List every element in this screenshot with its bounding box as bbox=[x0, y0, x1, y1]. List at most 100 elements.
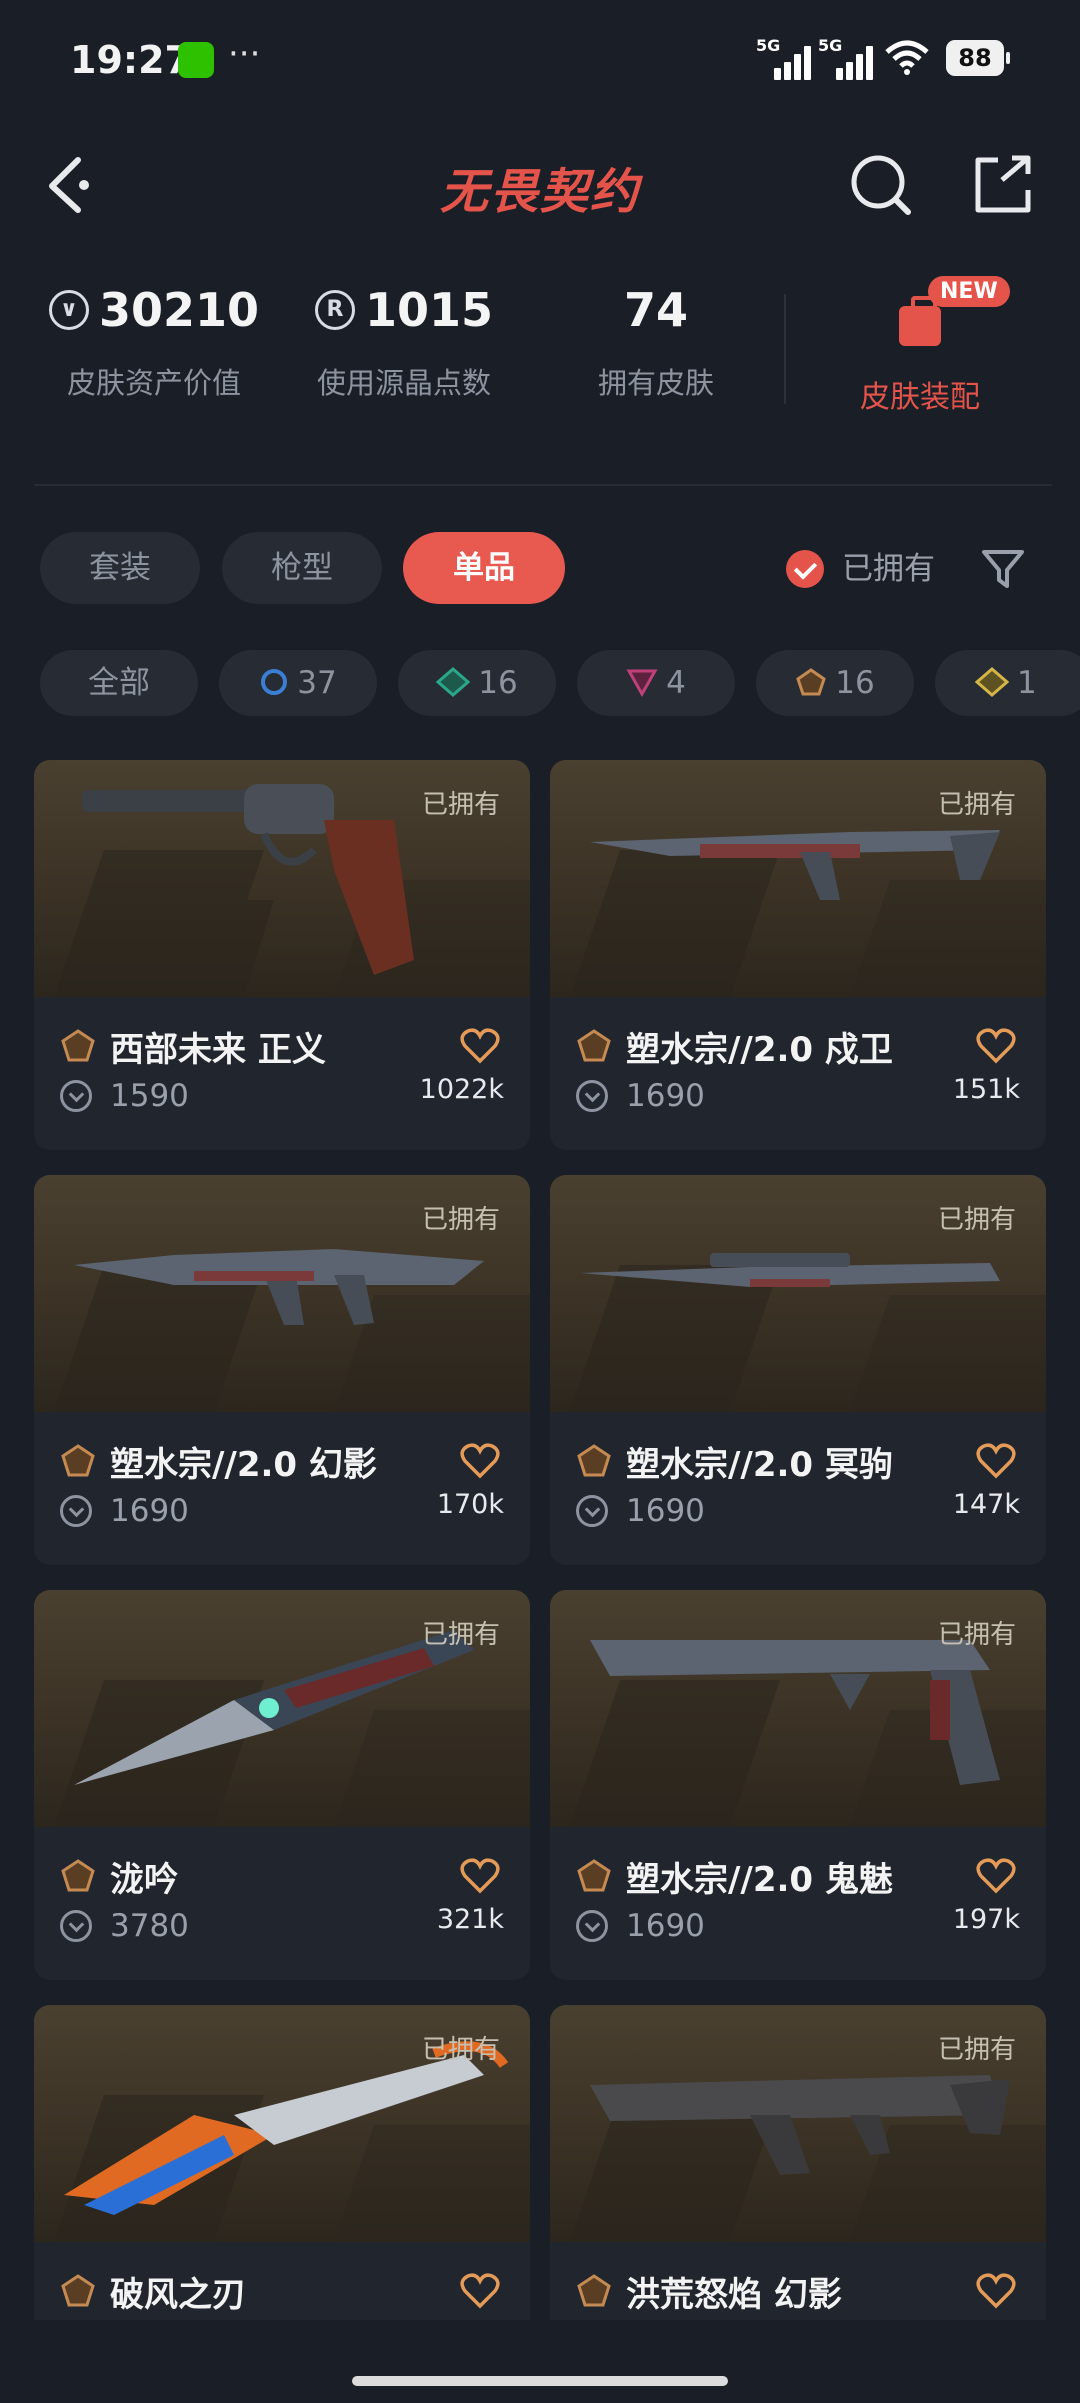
briefcase-icon bbox=[899, 296, 941, 346]
skin-name: 洪荒怒焰 幻影 bbox=[626, 2275, 842, 2315]
rarity-select-chip[interactable]: 37 bbox=[219, 650, 377, 716]
skin-card[interactable]: 已拥有 西部未来 正义 1590 1022k bbox=[34, 760, 530, 1150]
skin-name: 塑水宗//2.0 冥驹 bbox=[626, 1445, 893, 1485]
exclusive-tier-icon bbox=[61, 1029, 95, 1062]
home-indicator[interactable] bbox=[352, 2376, 728, 2386]
owned-label: 已拥有 bbox=[937, 1620, 1016, 1650]
rarity-ultra-chip[interactable]: 1 bbox=[935, 650, 1080, 716]
battery-icon: 88 bbox=[946, 40, 1010, 76]
vp-icon bbox=[60, 1910, 92, 1942]
filter-icon[interactable] bbox=[980, 546, 1026, 592]
owned-label: 已拥有 bbox=[421, 1205, 500, 1235]
owned-label: 已拥有 bbox=[421, 1620, 500, 1650]
skin-image: 已拥有 bbox=[550, 2005, 1046, 2242]
stats-panel: ∨ 30210 皮肤资产价值 R 1015 使用源晶点数 74 拥有皮肤 NEW 皮… bbox=[0, 276, 1080, 440]
top-nav: 无畏契约 bbox=[0, 130, 1080, 240]
skin-name: 塑水宗//2.0 幻影 bbox=[110, 1445, 377, 1485]
rarity-all-chip[interactable]: 全部 bbox=[40, 650, 198, 716]
heart-icon[interactable] bbox=[976, 1443, 1016, 1479]
asset-value-stat: ∨ 30210 皮肤资产价值 bbox=[24, 280, 284, 402]
skin-grid: 已拥有 西部未来 正义 1590 1022k 已拥有 塑水宗//2.0 戍卫 1 bbox=[0, 760, 1080, 2320]
vp-icon bbox=[60, 1080, 92, 1112]
skin-price: 1590 bbox=[110, 1078, 189, 1114]
search-icon[interactable] bbox=[846, 150, 916, 220]
skin-image: 已拥有 bbox=[34, 1175, 530, 1412]
like-count: 170k bbox=[436, 1489, 504, 1520]
exclusive-tier-icon bbox=[577, 1859, 611, 1892]
exclusive-tier-icon bbox=[577, 2274, 611, 2307]
skin-card[interactable]: 已拥有 破风之刃 bbox=[34, 2005, 530, 2320]
owned-label: 已拥有 bbox=[937, 1205, 1016, 1235]
skin-price: 1690 bbox=[110, 1493, 189, 1529]
skin-image: 已拥有 bbox=[550, 1590, 1046, 1827]
skin-card[interactable]: 已拥有 塑水宗//2.0 幻影 1690 170k bbox=[34, 1175, 530, 1565]
exclusive-tier-icon bbox=[61, 1859, 95, 1892]
like-count: 147k bbox=[952, 1489, 1020, 1520]
status-bar: 19:27 ··· 5G 5G 88 bbox=[0, 0, 1080, 120]
vp-icon: ∨ bbox=[48, 289, 89, 330]
owned-label: 已拥有 bbox=[937, 2035, 1016, 2065]
exclusive-tier-icon bbox=[796, 667, 827, 695]
skin-card[interactable]: 已拥有 塑水宗//2.0 冥驹 1690 147k bbox=[550, 1175, 1046, 1565]
skin-name: 泷吟 bbox=[110, 1860, 178, 1900]
skin-card[interactable]: 已拥有 泷吟 3780 321k bbox=[34, 1590, 530, 1980]
owned-label: 已拥有 bbox=[421, 2035, 500, 2065]
like-count: 197k bbox=[952, 1904, 1020, 1935]
status-time: 19:27 bbox=[70, 38, 191, 82]
skin-price: 1690 bbox=[626, 1493, 705, 1529]
exclusive-tier-icon bbox=[61, 1444, 95, 1477]
rarity-deluxe-chip[interactable]: 16 bbox=[398, 650, 556, 716]
skin-image: 已拥有 bbox=[34, 1590, 530, 1827]
exclusive-tier-icon bbox=[61, 2274, 95, 2307]
ultra-tier-icon bbox=[974, 666, 1010, 697]
exclusive-tier-icon bbox=[577, 1029, 611, 1062]
divider bbox=[34, 484, 1052, 486]
skin-outfit-button[interactable]: NEW 皮肤装配 bbox=[800, 276, 1040, 416]
skins-owned-stat: 74 拥有皮肤 bbox=[597, 283, 714, 400]
tab-set[interactable]: 套装 bbox=[40, 532, 200, 604]
heart-icon[interactable] bbox=[976, 1858, 1016, 1894]
owned-label: 已拥有 bbox=[937, 790, 1016, 820]
like-count: 1022k bbox=[419, 1074, 504, 1105]
rarity-premium-chip[interactable]: 4 bbox=[577, 650, 735, 716]
app-logo: 无畏契约 bbox=[439, 164, 640, 220]
heart-icon[interactable] bbox=[460, 2273, 500, 2309]
heart-icon[interactable] bbox=[976, 1028, 1016, 1064]
back-icon[interactable] bbox=[40, 148, 100, 218]
skin-card[interactable]: 已拥有 洪荒怒焰 幻影 bbox=[550, 2005, 1046, 2320]
skin-image: 已拥有 bbox=[34, 2005, 530, 2242]
vp-icon bbox=[576, 1080, 608, 1112]
radianite-icon: R bbox=[314, 289, 355, 330]
heart-icon[interactable] bbox=[460, 1028, 500, 1064]
checkbox-checked-icon bbox=[786, 550, 824, 588]
skin-price: 3780 bbox=[110, 1908, 189, 1944]
heart-icon[interactable] bbox=[460, 1443, 500, 1479]
skin-image: 已拥有 bbox=[550, 760, 1046, 997]
premium-tier-icon bbox=[626, 669, 658, 697]
vp-icon bbox=[60, 1495, 92, 1527]
like-count: 321k bbox=[436, 1904, 504, 1935]
select-tier-icon bbox=[261, 668, 288, 695]
exclusive-tier-icon bbox=[577, 1444, 611, 1477]
skin-price: 1690 bbox=[626, 1908, 705, 1944]
tab-single-item[interactable]: 单品 bbox=[403, 532, 565, 604]
skin-image: 已拥有 bbox=[550, 1175, 1046, 1412]
wifi-icon bbox=[885, 40, 929, 75]
share-icon[interactable] bbox=[968, 150, 1038, 220]
more-notifications-icon: ··· bbox=[228, 34, 261, 74]
radianite-stat: R 1015 使用源晶点数 bbox=[314, 283, 494, 400]
skin-price: 1690 bbox=[626, 1078, 705, 1114]
skin-name: 塑水宗//2.0 鬼魅 bbox=[626, 1860, 893, 1900]
divider bbox=[784, 294, 786, 404]
tab-weapon-type[interactable]: 枪型 bbox=[222, 532, 382, 604]
skin-card[interactable]: 已拥有 塑水宗//2.0 戍卫 1690 151k bbox=[550, 760, 1046, 1150]
skin-name: 破风之刃 bbox=[110, 2275, 246, 2315]
skin-name: 西部未来 正义 bbox=[110, 1030, 326, 1070]
heart-icon[interactable] bbox=[460, 1858, 500, 1894]
skin-card[interactable]: 已拥有 塑水宗//2.0 鬼魅 1690 197k bbox=[550, 1590, 1046, 1980]
vp-icon bbox=[576, 1495, 608, 1527]
heart-icon[interactable] bbox=[976, 2273, 1016, 2309]
new-badge: NEW bbox=[928, 276, 1010, 307]
rarity-exclusive-chip[interactable]: 16 bbox=[756, 650, 914, 716]
skin-name: 塑水宗//2.0 戍卫 bbox=[626, 1030, 893, 1070]
